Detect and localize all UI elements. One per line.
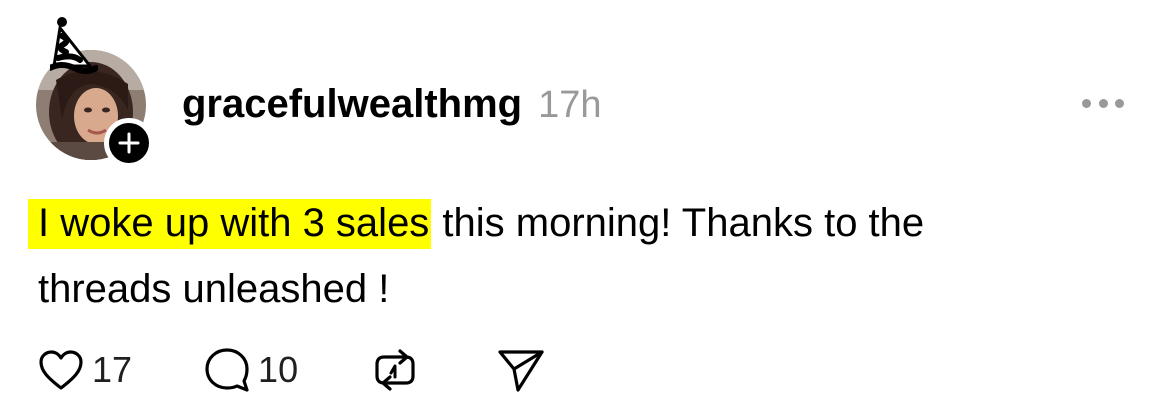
repost-button[interactable] (372, 347, 418, 393)
reply-button[interactable]: 10 (204, 347, 298, 393)
like-count: 17 (92, 349, 133, 390)
username-link[interactable]: gracefulwealthmg (182, 82, 522, 127)
send-icon (498, 350, 544, 392)
plus-icon (118, 132, 140, 154)
more-dots-icon (1115, 98, 1124, 108)
speech-bubble-icon (205, 348, 249, 392)
more-dots-icon (1098, 98, 1108, 108)
post-text-line1-rest: this morning! Thanks to the (431, 201, 925, 245)
highlighted-text: I woke up with 3 sales (28, 199, 432, 249)
more-options-button[interactable] (1082, 96, 1124, 110)
post-body: I woke up with 3 sales this morning! Tha… (28, 190, 1138, 322)
repost-icon (375, 349, 415, 391)
share-button[interactable] (496, 347, 546, 393)
thread-post: gracefulwealthmg 17h I woke up with 3 sa… (0, 0, 1170, 408)
heart-icon (39, 350, 83, 390)
party-hat-icon (47, 16, 99, 78)
post-text-line2: threads unleashed ! (38, 267, 390, 311)
like-button[interactable]: 17 (38, 349, 132, 391)
reply-count: 10 (258, 349, 299, 390)
post-header: gracefulwealthmg 17h (182, 82, 601, 132)
action-bar: 17 10 (38, 344, 546, 396)
more-dots-icon (1082, 98, 1091, 108)
post-timestamp: 17h (538, 84, 602, 126)
follow-button[interactable] (104, 118, 154, 168)
